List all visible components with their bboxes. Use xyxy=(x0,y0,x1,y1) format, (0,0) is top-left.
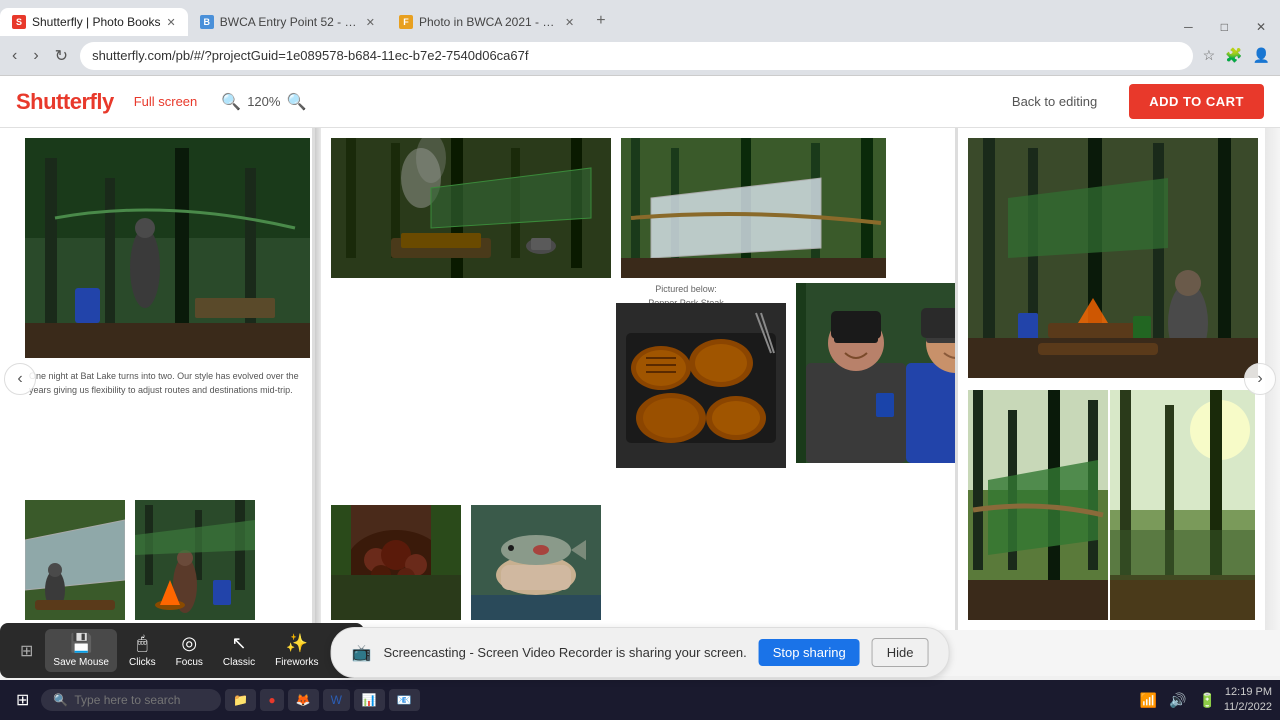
tab-label-3: Photo in BWCA 2021 - Chapter ... xyxy=(419,15,559,29)
forward-button[interactable]: › xyxy=(29,45,42,67)
add-to-cart-button[interactable]: ADD TO CART xyxy=(1129,84,1264,119)
tool-save-label: Save Mouse xyxy=(53,657,109,668)
photo-campfire-top[interactable] xyxy=(331,138,611,278)
prev-page-arrow[interactable]: ‹ xyxy=(4,363,36,395)
profile-icon[interactable]: 👤 xyxy=(1251,45,1272,66)
tool-focus-label: Focus xyxy=(176,657,203,668)
screen-sharing-message: Screencasting - Screen Video Recorder is… xyxy=(383,645,746,660)
tab-favicon-2: B xyxy=(200,15,214,29)
screencast-icon: 📺 xyxy=(352,643,372,663)
zoom-out-button[interactable]: 🔍 xyxy=(221,92,241,112)
taskbar-word[interactable]: W xyxy=(323,689,350,711)
tab-favicon-3: F xyxy=(399,15,413,29)
focus-icon: ◎ xyxy=(181,633,197,654)
tool-classic[interactable]: ↖ Classic xyxy=(215,629,263,672)
right-page xyxy=(955,128,1265,630)
hide-button[interactable]: Hide xyxy=(872,638,929,667)
reload-button[interactable]: ↻ xyxy=(51,44,72,68)
tab-close-3[interactable]: ✕ xyxy=(565,16,574,29)
tool-focus[interactable]: ◎ Focus xyxy=(168,629,211,672)
zoom-level: 120% xyxy=(247,94,280,109)
tool-classic-label: Classic xyxy=(223,657,255,668)
taskbar-file-explorer[interactable]: 📁 xyxy=(225,689,256,711)
browser-chrome: S Shutterfly | Photo Books ✕ B BWCA Entr… xyxy=(0,0,1280,76)
extension-icon[interactable]: 🧩 xyxy=(1223,45,1244,66)
address-input[interactable] xyxy=(80,42,1193,70)
tab-photo[interactable]: F Photo in BWCA 2021 - Chapter ... ✕ xyxy=(387,8,586,36)
tab-bwca[interactable]: B BWCA Entry Point 52 - Brant Lak... ✕ xyxy=(188,8,387,36)
tab-close-1[interactable]: ✕ xyxy=(167,16,176,29)
taskbar-app2[interactable]: 📊 xyxy=(354,689,385,711)
tab-label-1: Shutterfly | Photo Books xyxy=(32,15,161,29)
taskbar: ⊞ 🔍 📁 ● 🦊 W 📊 📧 📶 🔊 🔋 12:19 PM 11/2/2022 xyxy=(0,680,1280,720)
network-icon[interactable]: 📶 xyxy=(1136,688,1161,713)
shutterfly-logo: Shutterfly xyxy=(16,89,114,115)
new-tab-button[interactable]: + xyxy=(586,12,615,30)
close-button[interactable]: ✕ xyxy=(1242,18,1280,36)
bookmark-icon[interactable]: ☆ xyxy=(1201,45,1218,66)
right-page-book: Pictured below:Pepper Pork Steakfrom Ken… xyxy=(321,128,955,630)
taskbar-system-tray: 📶 🔊 🔋 12:19 PM 11/2/2022 xyxy=(1136,685,1272,716)
tool-save-mouse[interactable]: 💾 Save Mouse xyxy=(45,629,117,672)
classic-icon: ↖ xyxy=(231,633,246,654)
taskbar-chrome[interactable]: ● xyxy=(260,689,283,711)
photo-sunset-forest[interactable] xyxy=(968,390,1108,620)
tool-clicks[interactable]: 🖱 Clicks xyxy=(121,629,164,672)
zoom-controls: 🔍 120% 🔍 xyxy=(221,92,306,112)
photo-bright-forest[interactable] xyxy=(1110,390,1255,620)
photo-book-viewport: ‹ xyxy=(0,128,1280,630)
photo-camp-right[interactable] xyxy=(968,138,1258,378)
photo-nature1[interactable] xyxy=(331,505,461,620)
photo-pork-steak[interactable] xyxy=(616,303,786,468)
photo-fish-hand[interactable] xyxy=(471,505,601,620)
taskbar-search-box[interactable]: 🔍 xyxy=(41,689,221,711)
left-page: One night at Bat Lake turns into two. Ou… xyxy=(0,128,315,630)
search-icon: 🔍 xyxy=(53,693,68,707)
taskbar-firefox[interactable]: 🦊 xyxy=(288,689,319,711)
fireworks-icon: ✨ xyxy=(286,633,308,654)
stop-sharing-button[interactable]: Stop sharing xyxy=(759,639,860,666)
photo-selfie-two-men[interactable] xyxy=(796,283,955,463)
tool-fireworks-label: Fireworks xyxy=(275,657,318,668)
battery-icon[interactable]: 🔋 xyxy=(1194,688,1219,713)
back-button[interactable]: ‹ xyxy=(8,45,21,67)
tool-clicks-label: Clicks xyxy=(129,657,156,668)
taskbar-clock[interactable]: 12:19 PM 11/2/2022 xyxy=(1224,685,1272,716)
taskbar-date-display: 11/2/2022 xyxy=(1224,700,1272,715)
address-icons: ☆ 🧩 👤 xyxy=(1201,45,1272,66)
screencastify-toolbar: ⊞ 💾 Save Mouse 🖱 Clicks ◎ Focus ↖ Classi… xyxy=(0,623,364,678)
back-to-editing-link[interactable]: Back to editing xyxy=(1012,94,1097,109)
next-page-arrow[interactable]: › xyxy=(1244,363,1276,395)
app-bar: Shutterfly Full screen 🔍 120% 🔍 Back to … xyxy=(0,76,1280,128)
book-spread: One night at Bat Lake turns into two. Ou… xyxy=(0,128,1280,630)
photo-camp-cooking[interactable] xyxy=(135,500,255,620)
taskbar-time-display: 12:19 PM xyxy=(1224,685,1272,700)
tab-close-2[interactable]: ✕ xyxy=(366,16,375,29)
taskbar-search-input[interactable] xyxy=(74,693,214,707)
photo-tarp-camp[interactable] xyxy=(621,138,886,278)
photo-hammock-camp[interactable] xyxy=(25,138,310,358)
tab-shutterfly[interactable]: S Shutterfly | Photo Books ✕ xyxy=(0,8,188,36)
left-page-caption: One night at Bat Lake turns into two. Ou… xyxy=(25,366,310,401)
address-bar-row: ‹ › ↻ ☆ 🧩 👤 xyxy=(0,36,1280,76)
grid-icon[interactable]: ⊞ xyxy=(12,633,41,669)
save-mouse-icon: 💾 xyxy=(70,633,92,654)
fullscreen-button[interactable]: Full screen xyxy=(134,94,198,109)
minimize-button[interactable]: ─ xyxy=(1170,18,1207,36)
tab-label-2: BWCA Entry Point 52 - Brant Lak... xyxy=(220,15,360,29)
taskbar-app3[interactable]: 📧 xyxy=(389,689,420,711)
clicks-icon: 🖱 xyxy=(137,633,148,654)
photo-hammock-low[interactable] xyxy=(25,500,125,620)
tool-fireworks[interactable]: ✨ Fireworks xyxy=(267,629,326,672)
zoom-in-button[interactable]: 🔍 xyxy=(286,92,306,112)
screen-sharing-banner: 📺 Screencasting - Screen Video Recorder … xyxy=(331,627,950,678)
maximize-button[interactable]: □ xyxy=(1207,18,1242,36)
window-controls: ─ □ ✕ xyxy=(1170,18,1280,36)
volume-icon[interactable]: 🔊 xyxy=(1165,688,1190,713)
tab-bar: S Shutterfly | Photo Books ✕ B BWCA Entr… xyxy=(0,0,1280,36)
tab-favicon: S xyxy=(12,15,26,29)
start-button[interactable]: ⊞ xyxy=(8,686,37,714)
